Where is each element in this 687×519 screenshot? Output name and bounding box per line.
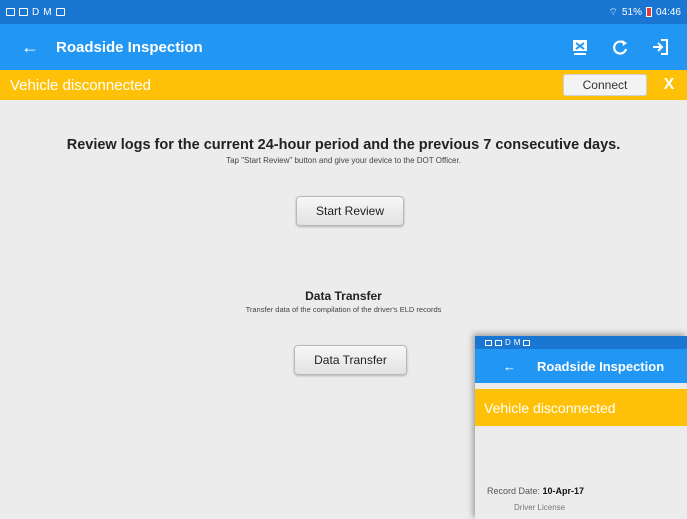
clock: 04:46: [655, 6, 681, 18]
overlay-status-bar: D M: [475, 336, 687, 349]
logout-icon[interactable]: [649, 36, 671, 58]
banner-message: Vehicle disconnected: [10, 76, 151, 94]
record-date-value: 10-Apr-17: [542, 486, 585, 496]
status-bar-left: D M: [6, 7, 65, 18]
status-letter: M: [43, 6, 52, 18]
status-letter: D: [32, 6, 40, 18]
connection-banner: Vehicle disconnected Connect X: [0, 70, 687, 100]
notification-icon: [6, 8, 15, 16]
status-letter: M: [513, 338, 521, 347]
record-date-label: Record Date:: [487, 486, 541, 496]
data-transfer-heading: Data Transfer: [305, 289, 382, 303]
driver-license-label: Driver License: [514, 503, 566, 512]
notification-icon: [19, 8, 28, 16]
back-arrow-icon[interactable]: ←: [10, 37, 50, 58]
overlay-body: Record Date: 10-Apr-17 Driver License: [475, 426, 687, 519]
notification-icon: [485, 339, 492, 346]
overlay-title: Roadside Inspection: [537, 358, 665, 374]
record-date: Record Date: 10-Apr-17: [487, 486, 584, 496]
review-subtext: Tap "Start Review" button and give your …: [226, 156, 461, 165]
overlay-banner: Vehicle disconnected: [475, 389, 687, 426]
notification-icon: [495, 339, 502, 346]
back-arrow-icon: ←: [503, 358, 516, 374]
overlay-app-bar: ← Roadside Inspection: [475, 349, 687, 383]
transfer-icon[interactable]: [569, 36, 591, 58]
page-title: Roadside Inspection: [56, 38, 203, 56]
overlay-screenshot: D M ← Roadside Inspection Vehicle discon…: [475, 336, 687, 519]
battery-percent: 51%: [621, 6, 642, 18]
battery-icon: [645, 7, 652, 17]
status-bar: D M ⌔ 51% 04:46: [0, 0, 687, 24]
status-letter: D: [505, 338, 511, 347]
wifi-icon: ⌔: [608, 6, 618, 18]
start-review-button[interactable]: Start Review: [296, 196, 404, 226]
app-bar: ← Roadside Inspection: [0, 24, 687, 70]
close-banner-button[interactable]: X: [661, 76, 677, 94]
app-bar-actions: [569, 36, 671, 58]
status-bar-right: ⌔ 51% 04:46: [609, 6, 681, 19]
refresh-icon[interactable]: [609, 36, 631, 58]
data-transfer-button[interactable]: Data Transfer: [294, 345, 407, 375]
review-heading: Review logs for the current 24-hour peri…: [66, 137, 621, 153]
image-icon: [523, 339, 531, 346]
data-transfer-subtext: Transfer data of the compilation of the …: [245, 305, 442, 314]
connect-button[interactable]: Connect: [563, 74, 647, 96]
image-icon: [55, 8, 65, 16]
